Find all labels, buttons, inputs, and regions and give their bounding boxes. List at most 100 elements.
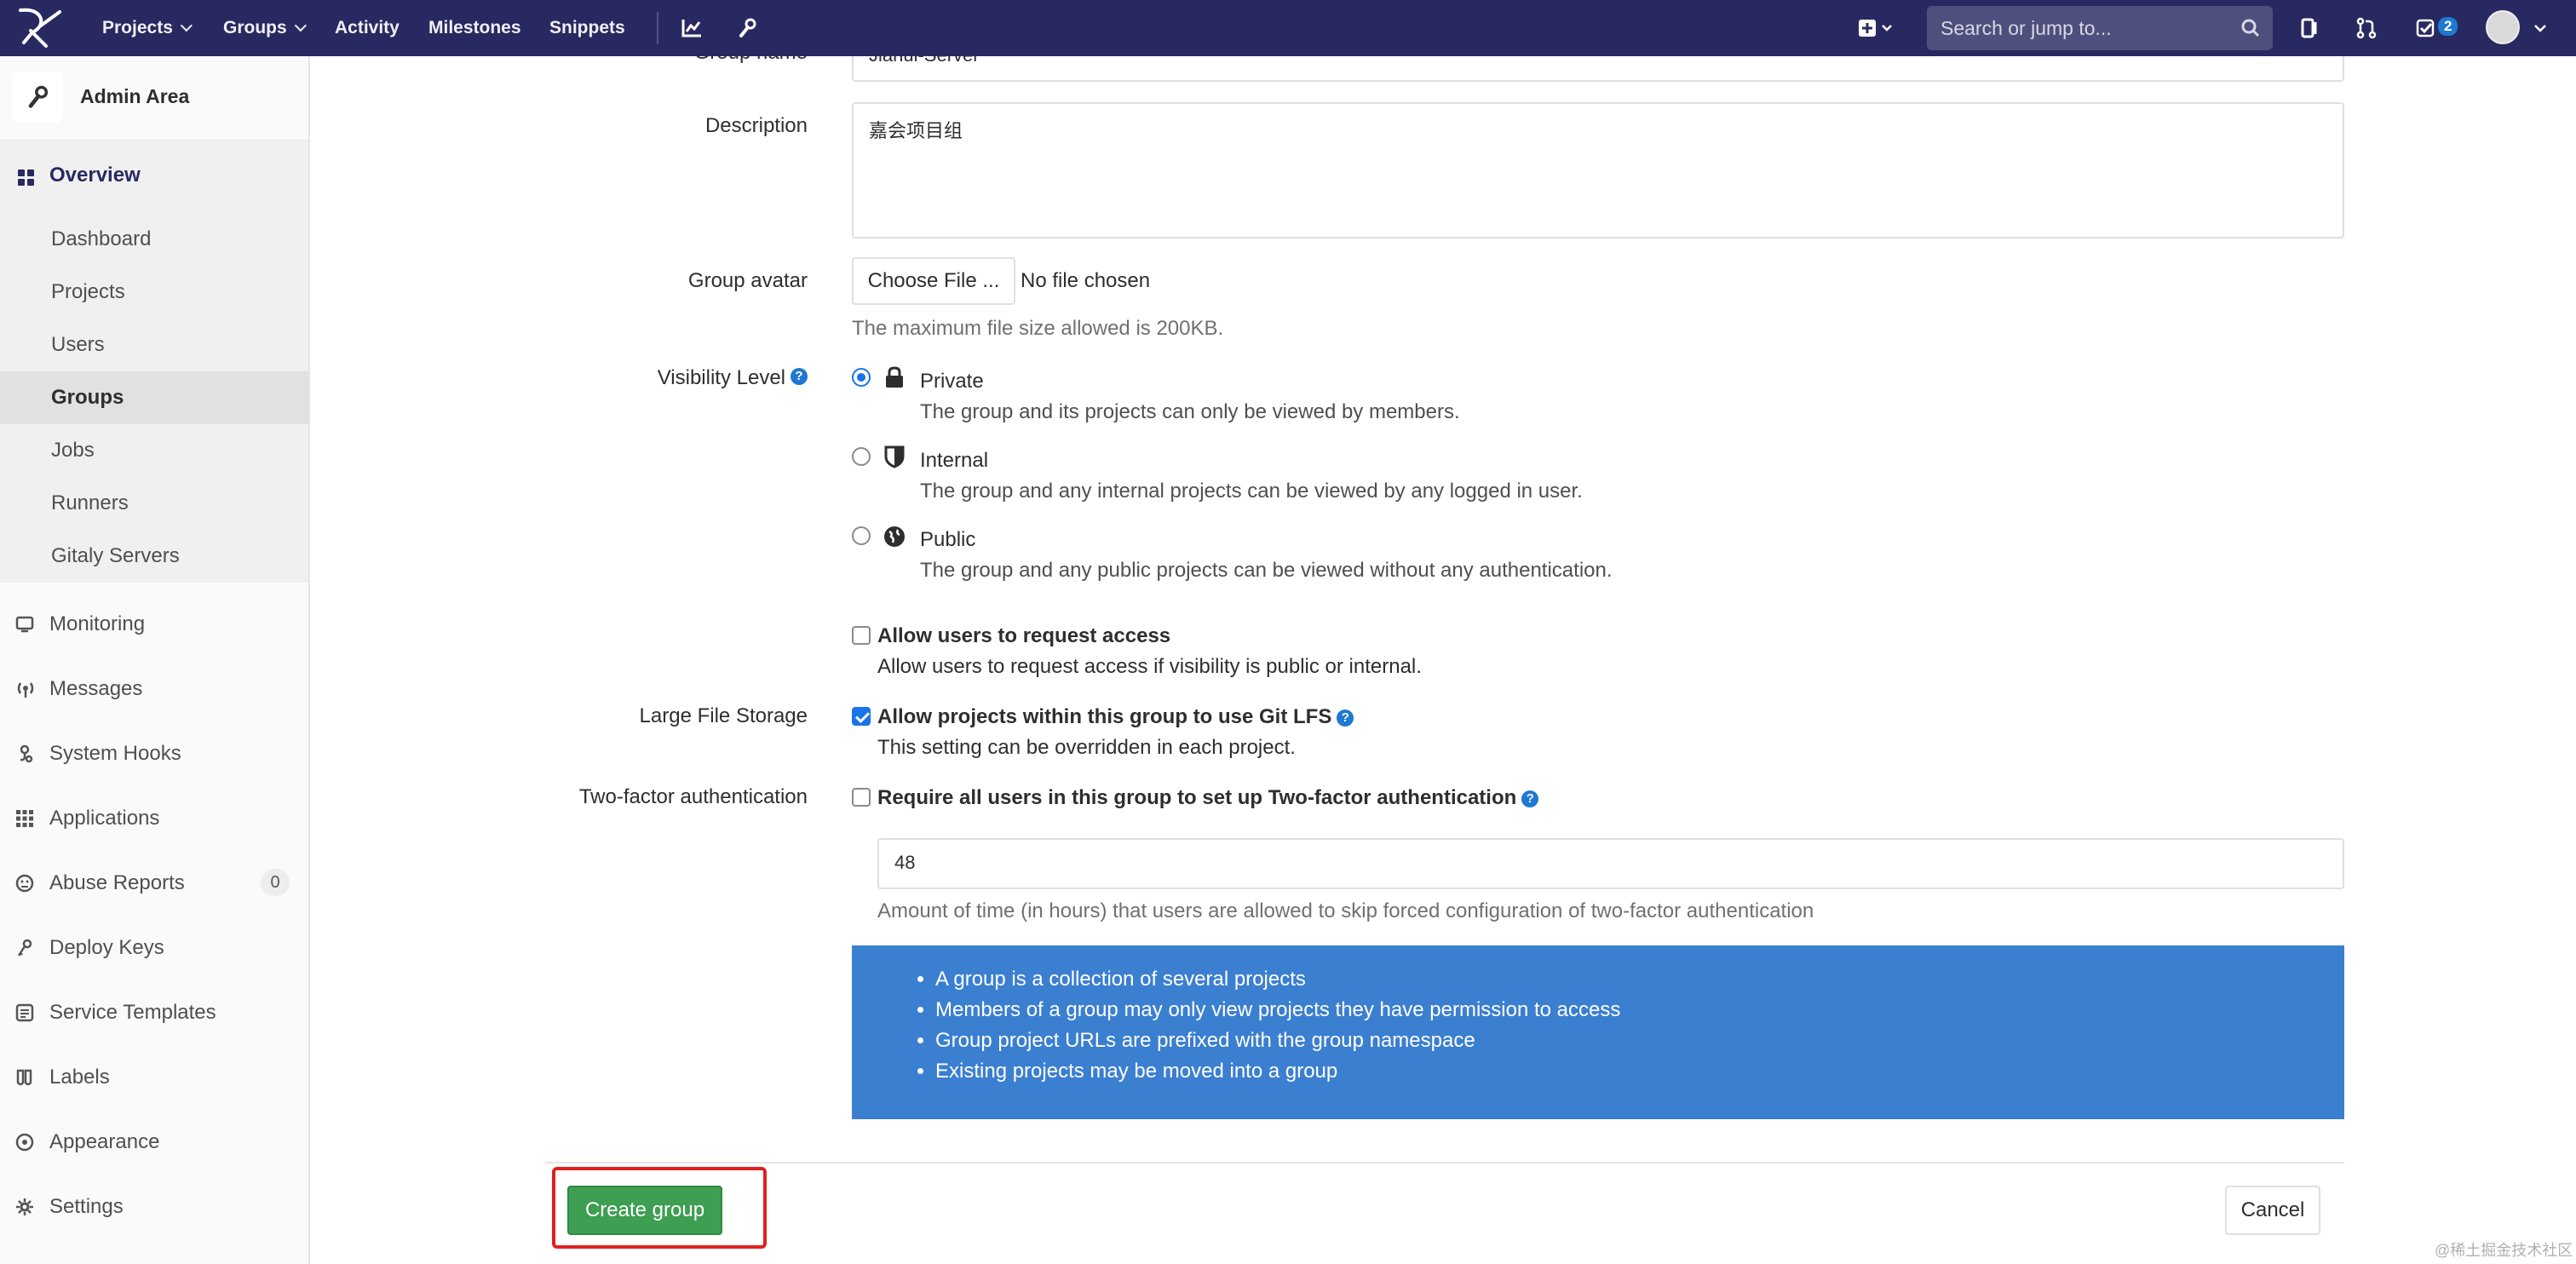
- twofa-title-text: Require all users in this group to set u…: [877, 786, 1517, 809]
- sidebar-subitem-label: Jobs: [51, 439, 95, 462]
- chevron-down-icon: [180, 20, 193, 32]
- visibility-private-radio[interactable]: [852, 368, 871, 387]
- visibility-public-title: Public: [920, 528, 976, 551]
- group-info-box: A group is a collection of several proje…: [852, 945, 2344, 1119]
- max-file-size-help: The maximum file size allowed is 200KB.: [852, 317, 1224, 340]
- sidebar-subitem-jobs[interactable]: Jobs: [0, 424, 308, 477]
- chevron-down-icon[interactable]: [2521, 10, 2559, 46]
- nav-groups-dropdown[interactable]: Groups: [223, 0, 307, 56]
- description-label: Description: [704, 114, 808, 137]
- help-question-icon[interactable]: ?: [1521, 790, 1539, 807]
- sidebar-item-applications[interactable]: Applications: [0, 785, 308, 850]
- nav-projects-label: Projects: [102, 18, 173, 37]
- sidebar-item-deploy-keys[interactable]: Deploy Keys: [0, 915, 308, 980]
- globe-icon: [883, 525, 906, 554]
- twofa-title: Require all users in this group to set u…: [877, 786, 1539, 810]
- sidebar-item-settings[interactable]: Settings: [0, 1174, 308, 1238]
- template-icon: [15, 1003, 36, 1024]
- sidebar-subitem-label: Groups: [51, 386, 124, 409]
- visibility-internal-radio[interactable]: [852, 447, 871, 466]
- help-question-icon[interactable]: ?: [791, 368, 808, 385]
- sidebar-item-label: Appearance: [49, 1130, 160, 1153]
- description-textarea[interactable]: 嘉会项目组: [852, 102, 2344, 238]
- nav-groups-label: Groups: [223, 18, 287, 37]
- grace-period-value: 48: [894, 852, 916, 873]
- sidebar-item-monitoring[interactable]: Monitoring: [0, 591, 308, 656]
- visibility-private-desc: The group and its projects can only be v…: [920, 400, 1460, 423]
- sidebar-item-appearance[interactable]: Appearance: [0, 1109, 308, 1174]
- appearance-icon: [15, 1133, 36, 1153]
- help-question-icon[interactable]: ?: [1337, 710, 1354, 727]
- visibility-level-label: Visibility Level: [657, 366, 785, 389]
- sidebar-item-overview[interactable]: Overview: [0, 141, 308, 213]
- request-access-checkbox[interactable]: [852, 626, 871, 645]
- sidebar-item-service-templates[interactable]: Service Templates: [0, 980, 308, 1044]
- sidebar-item-label: Abuse Reports: [49, 871, 185, 894]
- sidebar-header[interactable]: Admin Area: [0, 56, 308, 141]
- lock-icon: [884, 366, 905, 394]
- nav-projects-dropdown[interactable]: Projects: [102, 0, 193, 56]
- sidebar-subitem-gitaly-servers[interactable]: Gitaly Servers: [0, 530, 308, 583]
- monitor-icon: [15, 615, 36, 635]
- overview-grid-icon: [17, 169, 36, 193]
- visibility-public-radio[interactable]: [852, 526, 871, 545]
- lfs-title: Allow projects within this group to use …: [877, 705, 1354, 729]
- merge-requests-icon[interactable]: [2348, 10, 2385, 46]
- group-avatar-label: Group avatar: [687, 269, 808, 292]
- no-file-chosen-text: No file chosen: [1021, 269, 1151, 292]
- search-box[interactable]: [1927, 6, 2273, 50]
- sidebar-item-abuse-reports[interactable]: Abuse Reports 0: [0, 850, 308, 915]
- sidebar-item-label: Service Templates: [49, 1001, 216, 1024]
- info-list-item: A group is a collection of several proje…: [935, 964, 1620, 995]
- visibility-internal-desc: The group and any internal projects can …: [920, 480, 1583, 503]
- new-item-dropdown[interactable]: [1857, 10, 1895, 46]
- grace-period-help: Amount of time (in hours) that users are…: [877, 899, 1814, 922]
- sidebar-subitem-users[interactable]: Users: [0, 319, 308, 371]
- chart-icon[interactable]: [673, 10, 710, 46]
- lfs-title-text: Allow projects within this group to use …: [877, 705, 1332, 728]
- sidebar-subitem-label: Projects: [51, 280, 125, 303]
- sidebar-item-labels[interactable]: Labels: [0, 1044, 308, 1109]
- sidebar-item-messages[interactable]: Messages: [0, 656, 308, 721]
- sidebar-subitem-runners[interactable]: Runners: [0, 477, 308, 530]
- visibility-internal-title: Internal: [920, 449, 989, 472]
- choose-file-button[interactable]: Choose File ...: [852, 257, 1015, 305]
- create-group-button[interactable]: Create group: [567, 1186, 722, 1235]
- cancel-button[interactable]: Cancel: [2225, 1186, 2320, 1235]
- todos-count-badge: 2: [2438, 17, 2458, 36]
- admin-wrench-icon[interactable]: [728, 10, 766, 46]
- info-list-item: Existing projects may be moved into a gr…: [935, 1056, 1620, 1087]
- sidebar-subitem-groups[interactable]: Groups: [0, 371, 308, 424]
- lfs-label: Large File Storage: [639, 704, 808, 727]
- gitlab-logo-icon[interactable]: [15, 5, 65, 51]
- nav-snippets[interactable]: Snippets: [549, 0, 625, 56]
- issues-icon[interactable]: [2291, 10, 2329, 46]
- visibility-private-title: Private: [920, 370, 984, 393]
- lfs-desc: This setting can be overridden in each p…: [877, 736, 1296, 759]
- sidebar-item-label: Messages: [49, 677, 143, 700]
- sidebar-subitem-label: Runners: [51, 491, 129, 514]
- sidebar-item-label: System Hooks: [49, 742, 181, 765]
- twofa-grace-period-input[interactable]: 48: [877, 838, 2344, 889]
- sidebar-item-system-hooks[interactable]: System Hooks: [0, 721, 308, 785]
- sidebar-subitem-projects[interactable]: Projects: [0, 266, 308, 319]
- sidebar-item-label: Applications: [49, 807, 160, 830]
- search-input[interactable]: [1941, 16, 2230, 40]
- sidebar-item-label: Deploy Keys: [49, 936, 164, 959]
- sidebar-subitem-dashboard[interactable]: Dashboard: [0, 213, 308, 266]
- nav-activity[interactable]: Activity: [335, 0, 400, 56]
- chevron-down-icon: [294, 20, 307, 32]
- sidebar-subitem-label: Dashboard: [51, 227, 152, 250]
- lfs-checkbox[interactable]: [852, 707, 871, 726]
- search-icon: [2240, 18, 2261, 44]
- sidebar-item-label: Overview: [49, 164, 141, 187]
- slight-frown-icon: [15, 874, 36, 894]
- twofa-checkbox[interactable]: [852, 788, 871, 807]
- user-avatar[interactable]: [2486, 10, 2520, 44]
- admin-sidebar: Admin Area Overview Dashboard Projects U…: [0, 56, 310, 1264]
- nav-milestones[interactable]: Milestones: [428, 0, 521, 56]
- hook-icon: [15, 744, 36, 765]
- sidebar-item-label: Labels: [49, 1066, 110, 1089]
- watermark: @稀土掘金技术社区: [2435, 1242, 2573, 1259]
- sidebar-item-label: Settings: [49, 1195, 124, 1218]
